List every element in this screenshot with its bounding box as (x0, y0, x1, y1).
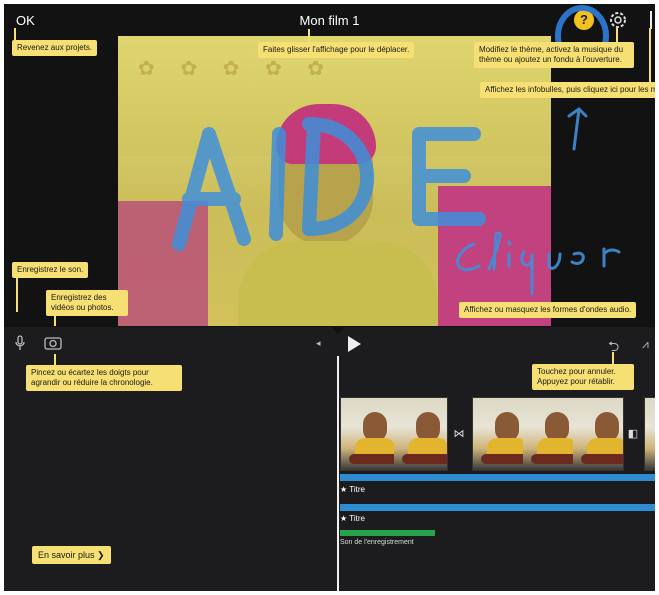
tooltip-undo: Touchez pour annuler. Appuyez pour rétab… (532, 364, 634, 390)
tooltip-connector (308, 29, 310, 42)
video-clip[interactable] (472, 397, 624, 471)
microphone-icon[interactable] (14, 335, 26, 351)
timeline[interactable]: ⋈ ◧ (340, 397, 655, 471)
playhead-notch (330, 326, 346, 334)
transition-icon[interactable]: ◧ (626, 427, 640, 441)
clip-thumbnail (645, 398, 655, 470)
clip-thumbnail (341, 398, 401, 470)
tooltip-connector (54, 354, 56, 365)
top-bar: OK Mon film 1 ? (4, 4, 655, 36)
title-track[interactable] (340, 474, 655, 481)
video-clip[interactable] (644, 397, 655, 471)
video-preview[interactable]: ✿ ✿ ✿ ✿ ✿ (118, 36, 551, 326)
play-icon[interactable] (348, 336, 361, 352)
waveform-icon[interactable]: ⩘ (642, 337, 649, 352)
tooltip-record-audio: Enregistrez le son. (12, 262, 89, 278)
video-clip[interactable] (340, 397, 448, 471)
clip-thumbnail (473, 398, 533, 470)
wall-decoration: ✿ ✿ ✿ ✿ ✿ (138, 58, 335, 80)
learn-more-button[interactable]: En savoir plus ❯ (32, 546, 111, 564)
video-viewer[interactable]: ✿ ✿ ✿ ✿ ✿ (4, 36, 655, 326)
tooltip-connector (16, 278, 18, 312)
tooltip-connector (612, 352, 614, 364)
transition-icon[interactable]: ⋈ (452, 427, 466, 441)
background-object (118, 201, 208, 326)
clip-thumbnail (573, 398, 623, 470)
gear-icon[interactable] (608, 10, 628, 30)
help-button[interactable]: ? (574, 10, 594, 30)
clip-thumbnail (523, 398, 583, 470)
playhead[interactable] (337, 356, 339, 591)
imovie-window: OK Mon film 1 ? ✿ ✿ ✿ ✿ ✿ Revenez aux pr… (4, 4, 655, 591)
tooltip-connector (649, 28, 651, 94)
tooltip-hide-tips: Affichez les infobulles, puis cliquez ic… (480, 82, 655, 98)
tooltip-pinch: Pincez ou écartez les doigts pour agrand… (26, 365, 182, 391)
audio-track[interactable] (340, 530, 435, 536)
project-title: Mon film 1 (299, 13, 360, 28)
tooltip-waveforms: Affichez ou masquez les formes d'ondes a… (459, 302, 637, 318)
divider (650, 11, 652, 29)
title-track-label: ★ Titre (340, 514, 365, 523)
audio-track-label: Son de l'enregistrement (340, 539, 414, 546)
clip-thumbnail (394, 398, 447, 470)
tooltip-drag: Faites glisser l'affichage pour le dépla… (258, 42, 415, 58)
title-track[interactable] (340, 504, 655, 511)
camera-icon[interactable] (44, 335, 62, 351)
child-shirt (238, 241, 438, 326)
tooltip-theme: Modifiez le thème, activez la musique du… (474, 42, 634, 68)
tooltip-record-video: Enregistrez des vidéos ou photos. (46, 290, 128, 316)
volume-icon[interactable]: ◂ (316, 338, 321, 349)
title-track-label: ★ Titre (340, 485, 365, 494)
tooltip-connector (14, 28, 16, 40)
tooltip-back: Revenez aux projets. (12, 40, 98, 56)
tooltip-connector (616, 28, 618, 42)
